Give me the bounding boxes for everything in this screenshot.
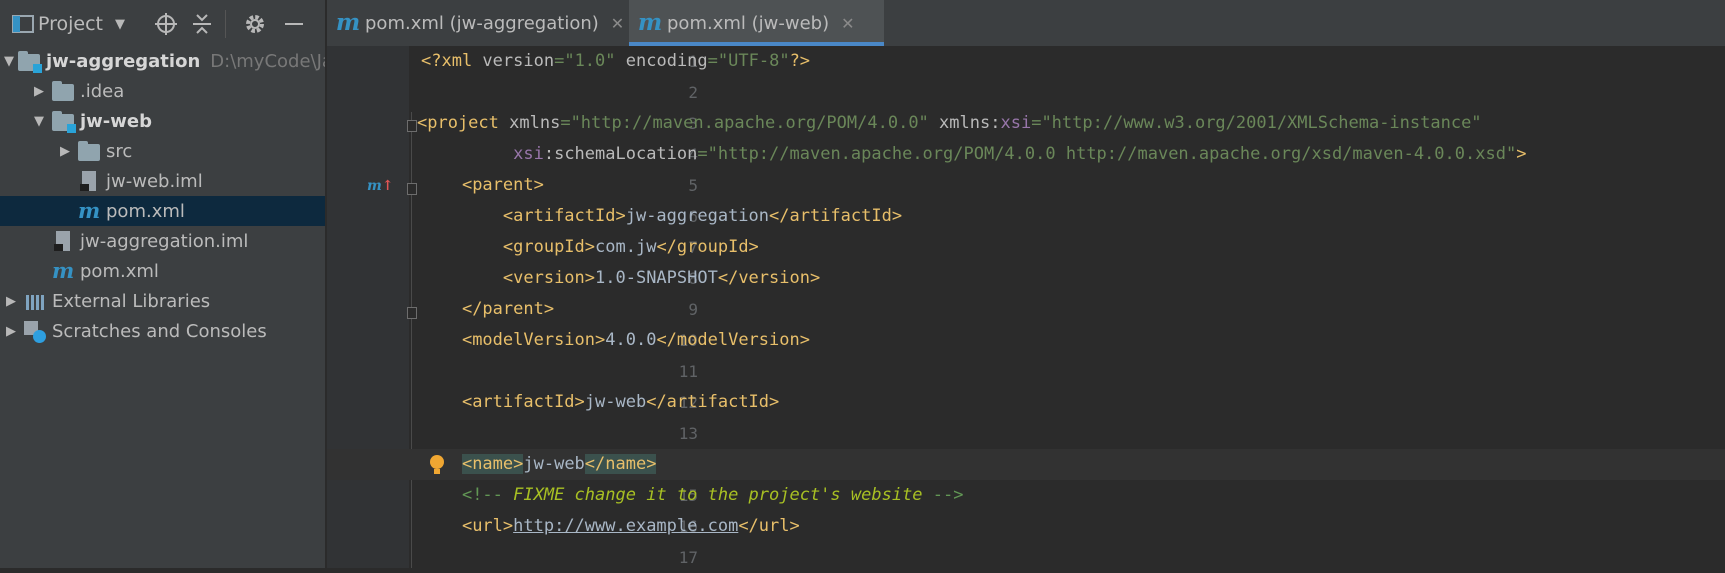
close-icon[interactable]: ✕ <box>841 14 854 33</box>
folder-icon <box>52 81 74 101</box>
scratches-icon <box>24 321 46 343</box>
expand-arrow-icon[interactable]: ▼ <box>4 54 14 69</box>
tree-item-scratches[interactable]: ▶ Scratches and Consoles <box>0 316 325 346</box>
tree-item-jw-web[interactable]: ▼ jw-web <box>0 106 325 136</box>
code-line-5: <parent> <box>461 175 544 195</box>
code-line-1: <?xml version="1.0" encoding="UTF-8"?> <box>421 51 811 71</box>
lightbulb-icon[interactable] <box>430 455 444 475</box>
tab-pom-jw-web[interactable]: m pom.xml (jw-web) ✕ <box>629 0 884 46</box>
tree-item-label: jw-web <box>80 110 152 132</box>
library-icon <box>24 291 46 311</box>
code-line-9: </parent> <box>461 299 555 319</box>
gear-icon[interactable] <box>244 0 266 48</box>
code-line-16: <url>http://www.example.com</url> <box>461 516 800 536</box>
code-line-8: <version>1.0-SNAPSHOT</version> <box>502 268 821 288</box>
collapse-arrow-icon[interactable]: ▶ <box>2 324 20 339</box>
dropdown-icon: ▼ <box>115 16 126 32</box>
close-icon[interactable]: ✕ <box>611 14 624 33</box>
toolbar-divider <box>225 10 226 38</box>
project-view-selector[interactable]: Project ▼ <box>38 0 125 48</box>
fold-marker-icon[interactable] <box>407 307 417 319</box>
tab-label: pom.xml (jw-web) <box>667 12 830 34</box>
tree-item-label: jw-aggregation.iml <box>80 230 249 252</box>
locate-icon[interactable] <box>155 0 177 48</box>
collapse-all-icon[interactable] <box>192 0 212 48</box>
module-path: D:\myCode\Ja <box>210 50 325 72</box>
tree-item-label: jw-web.iml <box>106 170 203 192</box>
line-number: 5 <box>688 176 698 195</box>
tree-item-jw-aggregation[interactable]: ▼ jw-aggregation D:\myCode\Ja <box>0 46 325 76</box>
line-number: 2 <box>688 83 698 102</box>
tree-item-src[interactable]: ▶ src <box>0 136 325 166</box>
code-line-10: <modelVersion>4.0.0</modelVersion> <box>461 330 810 350</box>
tree-item-label: .idea <box>80 80 125 102</box>
tree-item-idea[interactable]: ▶ .idea <box>0 76 325 106</box>
maven-parent-marker-icon[interactable]: m↑ <box>367 178 394 194</box>
line-number: 11 <box>678 362 698 381</box>
iml-file-icon <box>52 231 74 251</box>
maven-icon: m <box>637 9 663 36</box>
tree-item-jw-aggregation-iml[interactable]: jw-aggregation.iml <box>0 226 325 256</box>
code-line-15: <!-- FIXME change it to the project's we… <box>461 485 964 505</box>
tree-item-label: src <box>106 140 133 162</box>
expand-arrow-icon[interactable]: ▼ <box>30 114 48 129</box>
tree-item-jw-web-pom[interactable]: m pom.xml <box>0 196 325 226</box>
tab-pom-jw-aggregation[interactable]: m pom.xml (jw-aggregation) ✕ <box>327 0 627 46</box>
collapse-arrow-icon[interactable]: ▶ <box>56 144 74 159</box>
tree-item-jw-web-iml[interactable]: jw-web.iml <box>0 166 325 196</box>
fold-guide <box>411 112 412 568</box>
collapse-arrow-icon[interactable]: ▶ <box>30 84 48 99</box>
tree-item-label: pom.xml <box>106 200 185 222</box>
maven-icon: m <box>52 258 75 283</box>
maven-icon: m <box>335 9 361 36</box>
project-tree: ▼ jw-aggregation D:\myCode\Ja ▶ .idea ▼ … <box>0 46 325 346</box>
collapse-arrow-icon[interactable]: ▶ <box>2 294 20 309</box>
maven-icon: m <box>78 198 101 223</box>
module-folder-icon <box>52 111 76 133</box>
tree-item-label: External Libraries <box>52 290 211 312</box>
tree-item-external-libraries[interactable]: ▶ External Libraries <box>0 286 325 316</box>
line-number: 17 <box>678 548 698 567</box>
code-line-7: <groupId>com.jw</groupId> <box>502 237 759 257</box>
fold-marker-icon[interactable] <box>407 183 417 195</box>
tree-item-label: pom.xml <box>80 260 159 282</box>
project-toolbar: Project ▼ <box>0 0 325 48</box>
editor-tab-bar: m pom.xml (jw-aggregation) ✕ m pom.xml (… <box>327 0 1725 46</box>
project-panel: Project ▼ ▼ jw-aggregation D:\myCode\Ja … <box>0 0 325 568</box>
line-number: 13 <box>678 424 698 443</box>
tree-item-label: Scratches and Consoles <box>52 320 267 342</box>
folder-icon <box>78 141 100 161</box>
tree-item-label: jw-aggregation <box>46 50 201 72</box>
code-line-14: <name>jw-web</name> <box>461 454 657 474</box>
minimize-icon[interactable] <box>284 0 304 48</box>
code-line-4: xsi:schemaLocation="http://maven.apache.… <box>513 144 1527 164</box>
fold-marker-icon[interactable] <box>407 120 417 132</box>
url-link[interactable]: http://www.example.com <box>513 516 738 536</box>
tab-label: pom.xml (jw-aggregation) <box>365 12 599 34</box>
iml-file-icon <box>78 171 100 191</box>
line-number: 9 <box>688 300 698 319</box>
code-line-6: <artifactId>jw-aggregation</artifactId> <box>502 206 903 226</box>
editor-area: m pom.xml (jw-aggregation) ✕ m pom.xml (… <box>327 0 1725 568</box>
code-line-3: <project xmlns="http://maven.apache.org/… <box>417 113 1482 133</box>
module-folder-icon <box>18 51 42 73</box>
tree-item-root-pom[interactable]: m pom.xml <box>0 256 325 286</box>
project-title: Project <box>38 13 104 35</box>
project-view-icon <box>12 0 34 48</box>
code-line-12: <artifactId>jw-web</artifactId> <box>461 392 780 412</box>
editor-gutter <box>327 46 409 568</box>
